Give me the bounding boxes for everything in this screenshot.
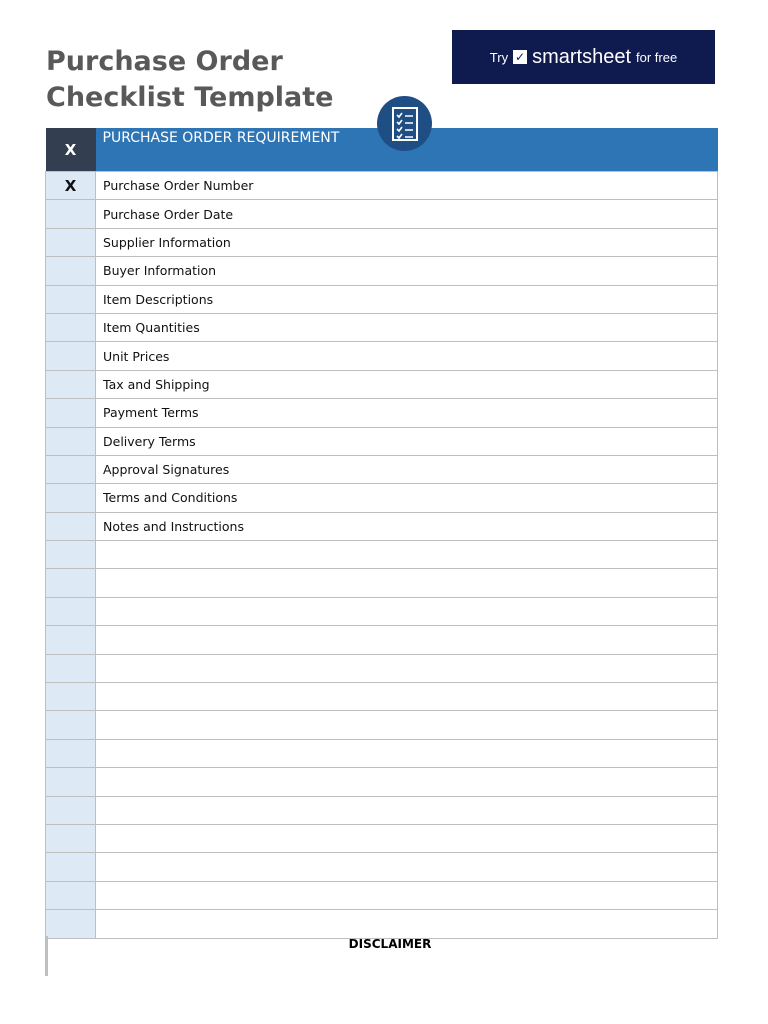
requirement-cell[interactable]: Payment Terms [95,398,718,428]
check-cell[interactable] [45,795,96,825]
banner-free: for free [636,49,678,65]
requirement-cell[interactable] [95,738,718,769]
requirement-cell[interactable] [95,767,718,797]
table-row [45,738,718,769]
check-cell[interactable] [45,738,96,769]
check-cell[interactable] [45,710,96,740]
table-row [45,653,718,684]
check-cell[interactable] [45,823,96,854]
check-cell[interactable] [45,596,96,627]
check-cell[interactable] [45,199,96,229]
smartsheet-logo-icon: ✓ [513,50,528,64]
requirement-cell[interactable] [95,795,718,825]
check-cell[interactable] [45,511,96,542]
requirement-cell[interactable] [95,823,718,854]
check-cell[interactable] [45,312,96,343]
check-cell[interactable] [45,284,96,314]
table-row: Supplier Information [45,227,718,258]
check-cell[interactable] [45,880,96,911]
requirement-cell[interactable]: Delivery Terms [95,426,718,456]
table-row [45,596,718,627]
table-row: Delivery Terms [45,426,718,456]
requirement-cell[interactable]: Buyer Information [95,256,718,286]
table-row: Terms and Conditions [45,483,718,513]
requirement-cell[interactable]: Item Quantities [95,312,718,343]
requirement-cell[interactable] [95,653,718,684]
table-row: Payment Terms [45,398,718,428]
checklist-icon [377,96,432,151]
disclaimer-heading: DISCLAIMER [348,937,432,951]
check-cell[interactable] [45,369,96,400]
title-line-2: Checklist Template [46,82,334,113]
requirement-cell[interactable] [95,682,718,712]
table-row: Purchase Order Date [45,199,718,229]
table-row [45,852,718,882]
table-row [45,710,718,740]
title-line-1: Purchase Order [46,46,283,77]
check-cell[interactable] [45,341,96,371]
page-title: Purchase Order Checklist Template [46,44,334,116]
checklist-table: X PURCHASE ORDER REQUIREMENT X Purchase O… [45,128,718,939]
check-cell[interactable] [45,653,96,684]
table-row: X Purchase Order Number [45,170,718,201]
check-cell[interactable] [45,483,96,513]
table-row [45,625,718,655]
table-row: Tax and Shipping [45,369,718,400]
requirement-cell[interactable]: Terms and Conditions [95,483,718,513]
requirement-cell[interactable]: Purchase Order Number [95,170,718,201]
check-cell[interactable] [45,568,96,598]
table-row [45,568,718,598]
check-cell[interactable] [45,909,96,939]
requirement-cell[interactable]: Tax and Shipping [95,369,718,400]
check-cell[interactable] [45,227,96,258]
requirement-cell[interactable] [95,852,718,882]
check-cell[interactable] [45,767,96,797]
check-cell[interactable] [45,852,96,882]
check-cell[interactable] [45,454,96,485]
table-row [45,823,718,854]
requirement-cell[interactable] [95,710,718,740]
requirement-cell[interactable] [95,568,718,598]
check-cell[interactable] [45,426,96,456]
check-cell[interactable] [45,540,96,570]
table-row [45,909,718,939]
check-cell[interactable] [45,625,96,655]
check-cell[interactable]: X [45,170,96,201]
requirement-cell[interactable]: Approval Signatures [95,454,718,485]
table-row: Item Quantities [45,312,718,343]
requirement-cell[interactable] [95,880,718,911]
check-cell[interactable] [45,682,96,712]
requirement-cell[interactable] [95,596,718,627]
table-row: Buyer Information [45,256,718,286]
table-row [45,767,718,797]
table-row: Approval Signatures [45,454,718,485]
requirement-cell[interactable]: Item Descriptions [95,284,718,314]
requirement-cell[interactable]: Purchase Order Date [95,199,718,229]
table-row [45,795,718,825]
header-check: X [45,128,96,172]
requirement-cell[interactable]: Supplier Information [95,227,718,258]
requirement-cell[interactable]: Notes and Instructions [95,511,718,542]
table-row: Unit Prices [45,341,718,371]
banner-try: Try [489,49,509,65]
table-row [45,540,718,570]
try-smartsheet-banner[interactable]: Try ✓ smartsheet for free [452,30,715,84]
requirement-cell[interactable] [95,625,718,655]
table-row [45,880,718,911]
banner-brand: smartsheet [532,45,632,68]
check-cell[interactable] [45,398,96,428]
requirement-cell[interactable] [95,909,718,939]
requirement-cell[interactable] [95,540,718,570]
check-cell[interactable] [45,256,96,286]
table-row: Item Descriptions [45,284,718,314]
table-row [45,682,718,712]
table-row: Notes and Instructions [45,511,718,542]
requirement-cell[interactable]: Unit Prices [95,341,718,371]
